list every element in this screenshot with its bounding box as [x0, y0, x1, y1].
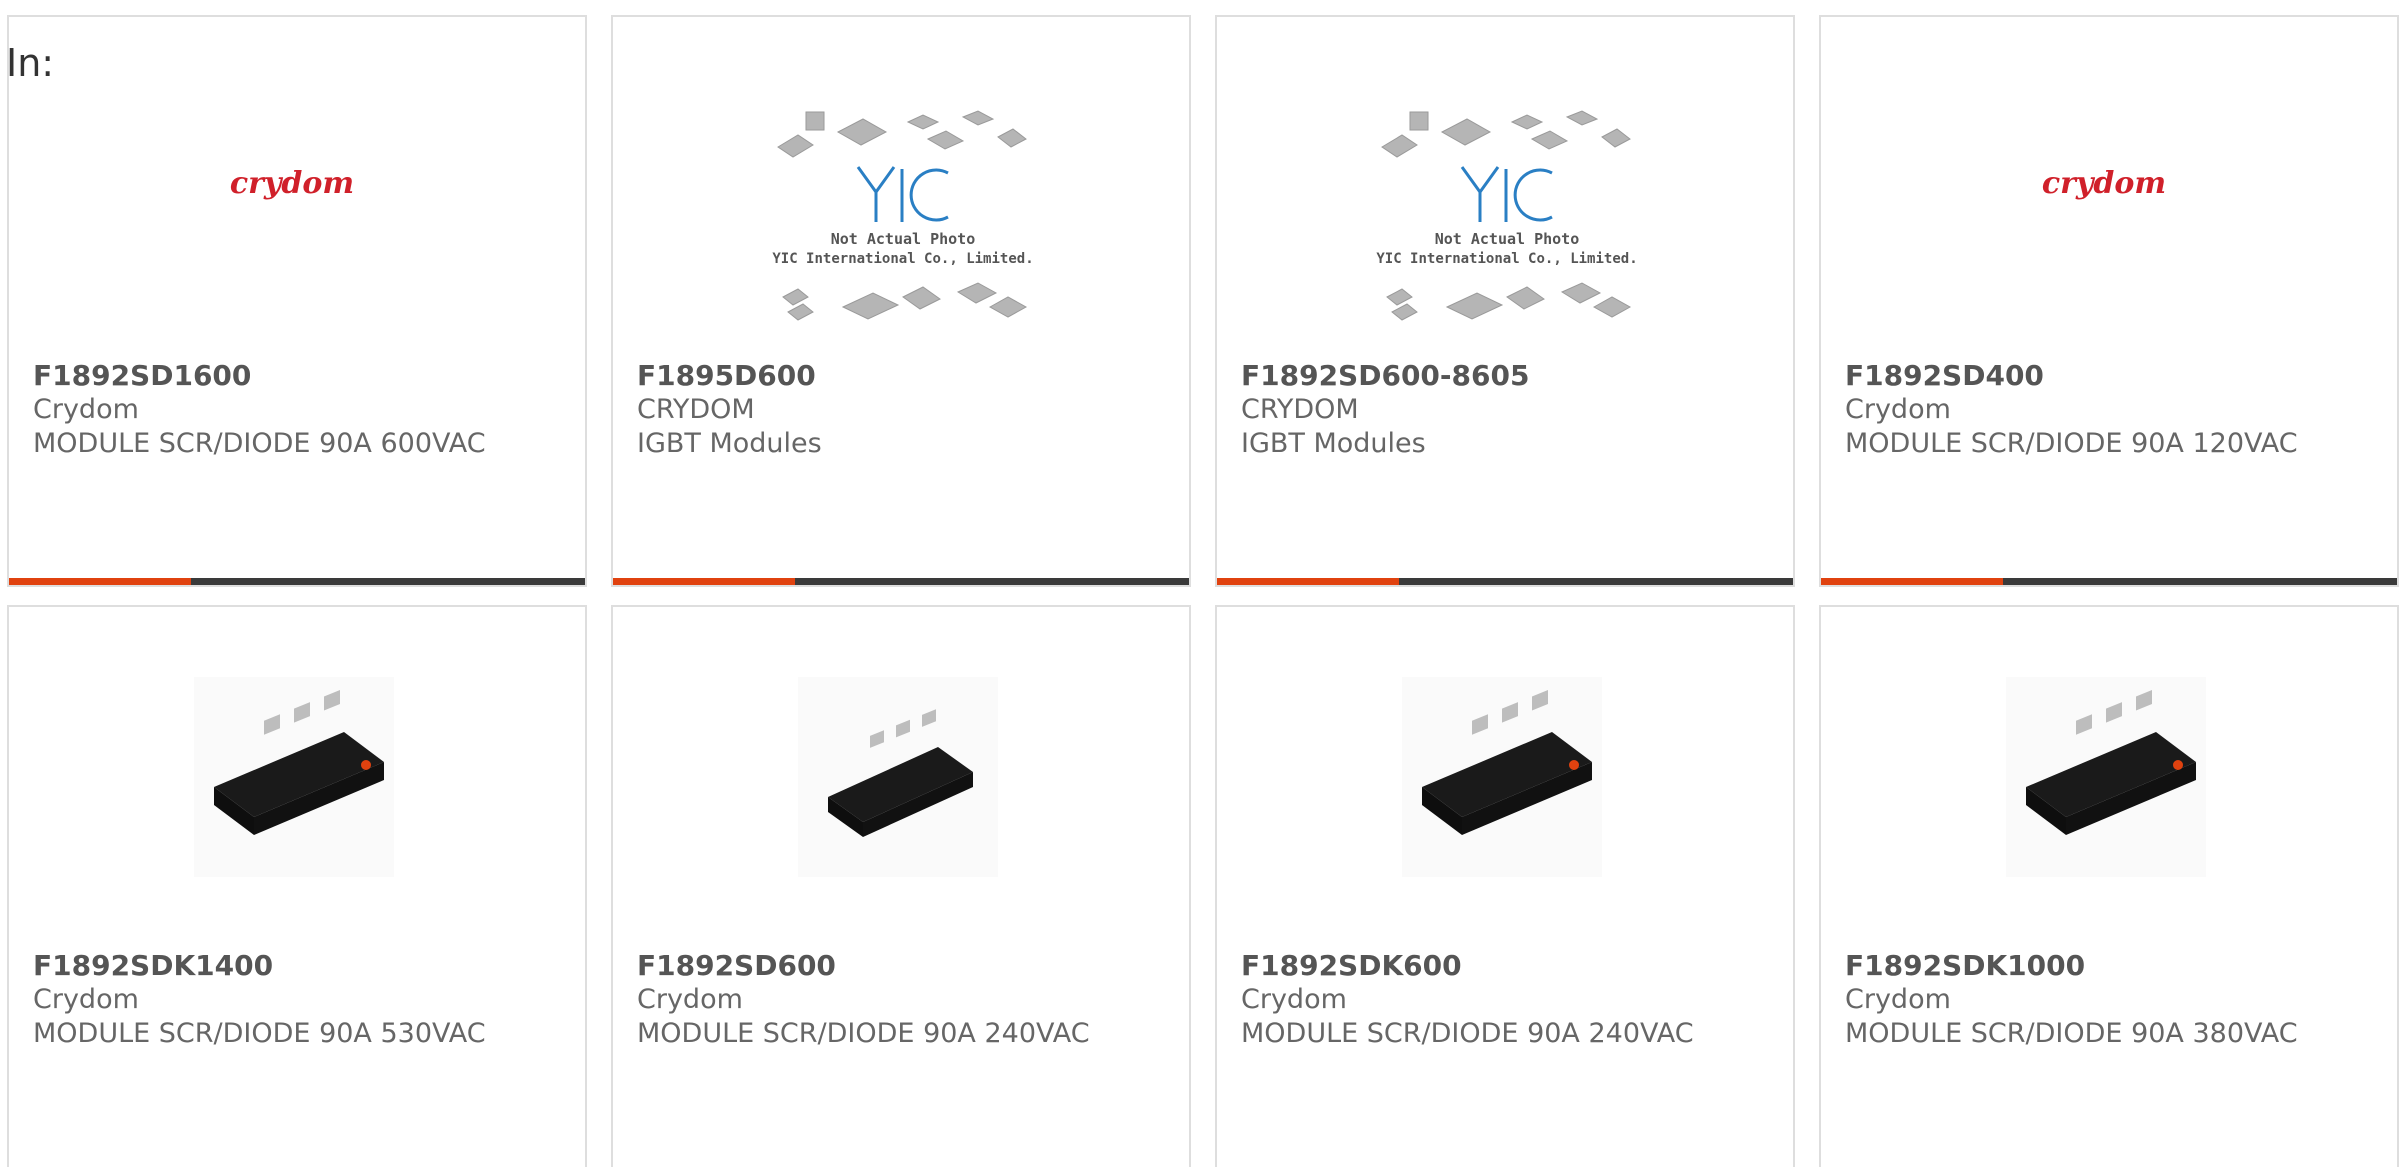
manufacturer: Crydom [1241, 984, 1347, 1015]
manufacturer: CRYDOM [1241, 394, 1359, 425]
card-bottom-bar [1821, 578, 2397, 585]
photo-caption-2: YIC International Co., Limited. [1376, 251, 1637, 267]
product-card[interactable]: Not Actual Photo YIC International Co., … [1215, 15, 1795, 587]
part-number-link[interactable]: F1892SD600 [637, 949, 1179, 983]
card-accent-bar [9, 578, 191, 585]
manufacturer: Crydom [33, 394, 139, 425]
product-card[interactable]: F1892SD600 Crydom MODULE SCR/DIODE 90A 2… [611, 605, 1191, 1167]
product-info: F1892SD600-8605 CRYDOM IGBT Modules [1241, 359, 1783, 461]
product-info: F1892SDK1400 Crydom MODULE SCR/DIODE 90A… [33, 949, 575, 1051]
product-card[interactable]: Not Actual Photo YIC International Co., … [611, 15, 1191, 587]
photo-caption-1: Not Actual Photo [831, 230, 976, 248]
crydom-logo-text: crydom [230, 166, 354, 201]
product-card[interactable]: crydom F1892SD400 Crydom MODULE SCR/DIOD… [1819, 15, 2399, 587]
part-number-link[interactable]: F1892SD600-8605 [1241, 359, 1783, 393]
module-photo-image[interactable] [2006, 677, 2206, 877]
crydom-logo-text: crydom [2042, 166, 2166, 201]
card-bottom-bar [9, 578, 585, 585]
product-card[interactable]: crydom F1892SD1600 Crydom MODULE SCR/DIO… [7, 15, 587, 587]
description: MODULE SCR/DIODE 90A 600VAC [33, 428, 486, 459]
part-number-link[interactable]: F1892SD1600 [33, 359, 575, 393]
product-info: F1895D600 CRYDOM IGBT Modules [637, 359, 1179, 461]
manufacturer: CRYDOM [637, 394, 755, 425]
part-number-link[interactable]: F1892SDK1400 [33, 949, 575, 983]
description: MODULE SCR/DIODE 90A 530VAC [33, 1018, 486, 1049]
photo-caption-2: YIC International Co., Limited. [772, 251, 1033, 267]
card-accent-bar [613, 578, 795, 585]
card-bottom-bar [613, 578, 1189, 585]
product-info: F1892SD400 Crydom MODULE SCR/DIODE 90A 1… [1845, 359, 2387, 461]
product-info: F1892SD600 Crydom MODULE SCR/DIODE 90A 2… [637, 949, 1179, 1051]
product-card[interactable]: F1892SDK1000 Crydom MODULE SCR/DIODE 90A… [1819, 605, 2399, 1167]
module-photo-image[interactable] [194, 677, 394, 877]
card-bottom-bar [1217, 578, 1793, 585]
part-number-link[interactable]: F1892SD400 [1845, 359, 2387, 393]
product-grid-page: In: crydom F1892SD1600 Crydom MODULE SCR… [0, 0, 2400, 1167]
description: MODULE SCR/DIODE 90A 120VAC [1845, 428, 2298, 459]
product-info: F1892SDK1000 Crydom MODULE SCR/DIODE 90A… [1845, 949, 2387, 1051]
card-accent-bar [1217, 578, 1399, 585]
crydom-logo-image[interactable]: crydom [192, 85, 392, 285]
product-card[interactable]: F1892SDK1400 Crydom MODULE SCR/DIODE 90A… [7, 605, 587, 1167]
manufacturer: Crydom [637, 984, 743, 1015]
not-actual-photo-image[interactable]: Not Actual Photo YIC International Co., … [768, 107, 1038, 347]
part-number-link[interactable]: F1895D600 [637, 359, 1179, 393]
manufacturer: Crydom [33, 984, 139, 1015]
product-card[interactable]: F1892SDK600 Crydom MODULE SCR/DIODE 90A … [1215, 605, 1795, 1167]
product-info: F1892SDK600 Crydom MODULE SCR/DIODE 90A … [1241, 949, 1783, 1051]
description: MODULE SCR/DIODE 90A 240VAC [637, 1018, 1090, 1049]
card-accent-bar [1821, 578, 2003, 585]
in-label: In: [6, 41, 55, 85]
description: IGBT Modules [1241, 428, 1426, 459]
description: MODULE SCR/DIODE 90A 380VAC [1845, 1018, 2298, 1049]
part-number-link[interactable]: F1892SDK1000 [1845, 949, 2387, 983]
product-info: F1892SD1600 Crydom MODULE SCR/DIODE 90A … [33, 359, 575, 461]
manufacturer: Crydom [1845, 984, 1951, 1015]
not-actual-photo-image[interactable]: Not Actual Photo YIC International Co., … [1372, 107, 1642, 347]
description: MODULE SCR/DIODE 90A 240VAC [1241, 1018, 1694, 1049]
manufacturer: Crydom [1845, 394, 1951, 425]
description: IGBT Modules [637, 428, 822, 459]
part-number-link[interactable]: F1892SDK600 [1241, 949, 1783, 983]
module-photo-image[interactable] [798, 677, 998, 877]
module-photo-image[interactable] [1402, 677, 1602, 877]
crydom-logo-image[interactable]: crydom [2004, 85, 2204, 285]
photo-caption-1: Not Actual Photo [1435, 230, 1580, 248]
